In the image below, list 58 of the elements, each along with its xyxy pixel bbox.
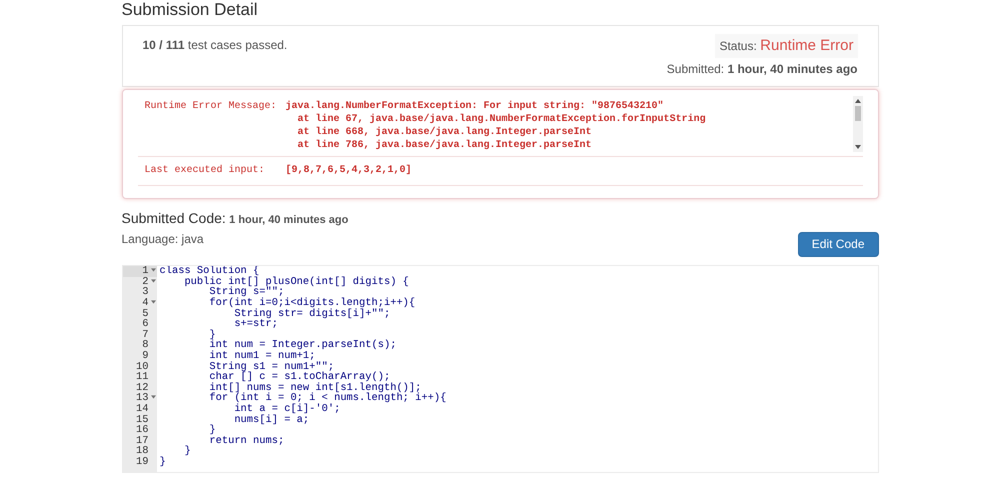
code-line: return nums; (208, 436, 286, 446)
line-number: 12 (136, 382, 148, 394)
error-message-line: at line 786, java.base/java.lang.Integer.parseInt (296, 139, 593, 152)
line-number: 10 (136, 360, 148, 373)
status-value: Runtime Error (760, 37, 854, 54)
line-number: 19 (136, 456, 148, 468)
status-label: Status: (719, 39, 757, 53)
page-title: Submission Detail (122, 0, 259, 20)
error-message-line: at line 67, java.base/java.lang.NumberFormatException.forInputString (296, 113, 707, 126)
last-input-label: Last executed input: (144, 164, 266, 177)
code-line: } (208, 330, 216, 340)
code-line: } (183, 446, 192, 457)
line-number: 2 (142, 276, 148, 288)
code-line: int num1 = num+1; (208, 350, 316, 362)
error-message-line: java.lang.NumberFormatException: For input string: "9876543210" (286, 100, 665, 113)
line-number: 14 (136, 402, 148, 415)
code-line: s+=str; (233, 319, 279, 330)
code-line: public int[] plusOne(int[] digits) { (183, 276, 410, 288)
scroll-up-icon[interactable] (854, 98, 860, 103)
code-line: } (158, 456, 167, 468)
scroll-down-icon[interactable] (854, 145, 860, 150)
line-number: 3 (142, 286, 148, 298)
error-message-line: at line 668, java.base/java.lang.Integer.parseInt (296, 126, 593, 139)
code-line: for (int i = 0; i < nums.length; i++){ (208, 393, 448, 404)
code-line: int num = Integer.parseInt(s); (208, 340, 398, 351)
code-line: } (208, 425, 216, 436)
line-number: 5 (142, 308, 148, 320)
line-number: 1 (142, 266, 148, 278)
code-line: for(int i=0;i<digits.length;i++){ (208, 298, 416, 309)
line-number: 17 (136, 434, 148, 447)
code-line: nums[i] = a; (233, 414, 310, 426)
test-cases-passed: 10 / 111 test cases passed. (142, 38, 288, 52)
line-number: 8 (142, 339, 148, 352)
submitted-code-title: Submitted Code: (122, 210, 226, 226)
line-number: 11 (136, 371, 148, 384)
submitted-code-time: 1 hour, 40 minutes ago (229, 214, 348, 226)
line-number: 6 (142, 318, 148, 330)
code-line: String s=""; (209, 287, 284, 298)
code-line: String str= digits[i]+""; (233, 308, 392, 320)
line-number: 9 (142, 350, 148, 362)
language-label: Language: java (122, 232, 205, 248)
submitted-time: Submitted: 1 hour, 40 minutes ago (666, 62, 858, 78)
code-line: int a = c[i]-'0'; (233, 404, 342, 414)
code-editor[interactable] (122, 265, 878, 474)
error-message-label: Runtime Error Message: (144, 100, 278, 114)
code-line: char [] c = s1.toCharArray(); (208, 372, 390, 383)
code-line: int[] nums = new int[s1.length()]; (208, 382, 422, 394)
line-number: 18 (136, 445, 148, 458)
line-number: 7 (142, 328, 148, 341)
line-number: 16 (136, 424, 148, 436)
code-line: String s1 = num1+""; (208, 362, 334, 372)
scrollbar-thumb[interactable] (854, 106, 860, 121)
line-number: 4 (142, 296, 148, 309)
scrollbar[interactable] (852, 96, 862, 152)
edit-code-button[interactable]: Edit Code (798, 232, 878, 258)
line-number: 13 (136, 392, 148, 404)
line-number: 15 (136, 414, 148, 426)
last-input-value: [9,8,7,6,5,4,3,2,1,0] (286, 164, 412, 177)
